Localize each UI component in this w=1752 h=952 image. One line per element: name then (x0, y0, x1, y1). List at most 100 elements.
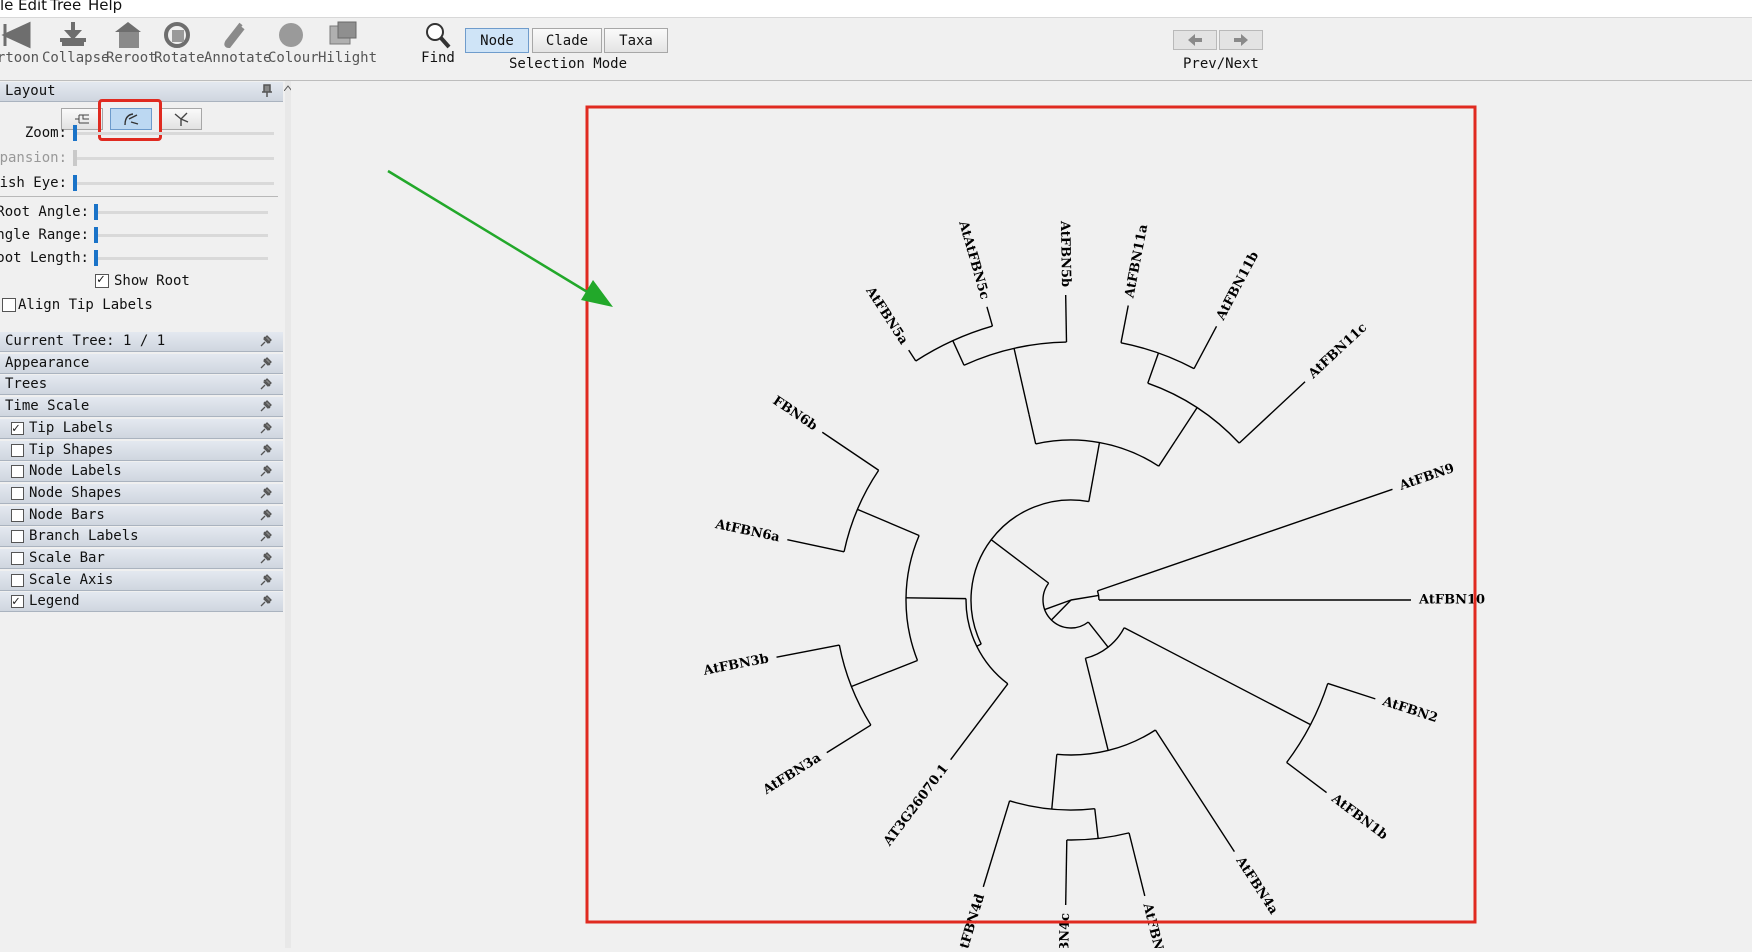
zoom-slider-thumb[interactable] (73, 125, 77, 141)
root-length-slider-thumb[interactable] (94, 250, 98, 266)
tree-canvas[interactable]: AtFBN10 AtFBN9 AtFBN11c AtFBN11b AtFBN11a AtF… (291, 81, 1752, 952)
panel-tip-labels[interactable]: Tip Labels (0, 418, 283, 439)
branch[interactable] (1174, 407, 1198, 442)
branch[interactable] (857, 508, 920, 537)
clade-mode-button[interactable]: Clade (532, 28, 602, 53)
branch[interactable] (1013, 348, 1030, 415)
branch[interactable] (821, 431, 880, 471)
branch[interactable] (1158, 440, 1176, 467)
tree-svg[interactable]: AtFBN10AtFBN9AtFBN11cAtFBN11bAtFBN11aAtF… (291, 81, 1752, 952)
panel-tip-shapes[interactable]: Tip Shapes (0, 440, 283, 461)
branch[interactable] (1123, 627, 1311, 726)
angle-range-slider-thumb[interactable] (94, 227, 98, 243)
pin-icon[interactable] (259, 551, 273, 565)
branch[interactable] (1084, 658, 1109, 751)
rectangle-layout-button[interactable] (61, 108, 103, 130)
branch[interactable] (906, 597, 967, 600)
fish-eye-slider-thumb[interactable] (73, 175, 77, 191)
menu-edit[interactable]: Edit (18, 0, 47, 13)
panel-checkbox[interactable] (11, 552, 24, 565)
branch[interactable] (1028, 414, 1037, 445)
branch[interactable] (976, 643, 982, 647)
root-length-slider[interactable] (94, 257, 268, 260)
tree-branches[interactable] (776, 295, 1411, 905)
branch[interactable] (1193, 325, 1218, 369)
show-root-checkbox[interactable] (95, 272, 109, 288)
branch[interactable] (982, 800, 1011, 888)
branch[interactable] (986, 306, 994, 327)
panel-trees[interactable]: Trees (0, 375, 283, 396)
radial-layout-button[interactable] (160, 108, 202, 130)
next-button[interactable] (1219, 30, 1263, 50)
panel-current-tree-1-1[interactable]: Current Tree: 1 / 1 (0, 332, 283, 352)
branch[interactable] (1147, 352, 1160, 384)
branch[interactable] (1064, 839, 1068, 905)
panel-legend[interactable]: Legend (0, 592, 283, 613)
node-mode-button[interactable]: Node (465, 28, 529, 53)
pin-icon[interactable] (259, 529, 273, 543)
panel-checkbox[interactable] (11, 486, 24, 500)
panel-checkbox[interactable] (11, 592, 24, 611)
branch[interactable] (1154, 729, 1235, 852)
panel-appearance[interactable]: Appearance (0, 353, 283, 374)
menu-tree[interactable]: Tree (50, 0, 81, 13)
branch[interactable] (851, 659, 918, 688)
branch[interactable] (826, 724, 872, 754)
branch[interactable] (787, 539, 845, 553)
branch[interactable] (1327, 682, 1376, 700)
panel-scale-axis[interactable]: Scale Axis (0, 570, 283, 591)
branch[interactable] (776, 644, 840, 658)
pin-icon[interactable] (259, 399, 273, 413)
find-button[interactable]: Find (418, 20, 458, 66)
branch[interactable] (1097, 488, 1393, 592)
menu-help[interactable]: Help (88, 0, 122, 13)
angle-range-slider[interactable] (94, 234, 268, 237)
branch[interactable] (950, 683, 1009, 761)
pin-icon[interactable] (259, 377, 273, 391)
branch[interactable] (1120, 305, 1129, 343)
colour-button[interactable]: Colour (268, 20, 319, 66)
annotate-button[interactable]: Annotate (204, 20, 271, 66)
branch[interactable] (1094, 808, 1099, 839)
root-angle-slider[interactable] (94, 211, 268, 214)
branch[interactable] (1088, 442, 1101, 502)
pin-icon[interactable] (259, 508, 273, 522)
menu-file[interactable]: le (0, 0, 13, 13)
branch[interactable] (908, 349, 917, 362)
panel-checkbox[interactable] (11, 465, 24, 479)
rotate-button[interactable]: Rotate (154, 20, 205, 66)
panel-scale-bar[interactable]: Scale Bar (0, 549, 283, 569)
hilight-button[interactable]: Hilight (318, 20, 377, 66)
branch[interactable] (1051, 754, 1058, 810)
pin-icon[interactable] (259, 486, 273, 500)
branch[interactable] (1128, 832, 1146, 897)
align-tip-labels-checkbox[interactable] (2, 298, 16, 312)
branch[interactable] (1070, 594, 1099, 601)
panel-checkbox[interactable] (11, 443, 24, 457)
panel-checkbox[interactable] (11, 530, 24, 544)
reroot-button[interactable]: Reroot (106, 20, 157, 66)
taxa-mode-button[interactable]: Taxa (604, 28, 668, 53)
collapse-button[interactable]: Collapse (42, 20, 109, 66)
prev-button[interactable] (1173, 30, 1217, 50)
panel-branch-labels[interactable]: Branch Labels (0, 527, 283, 548)
pin-icon[interactable] (259, 443, 273, 457)
branch[interactable] (1087, 621, 1109, 648)
pin-icon[interactable] (259, 464, 273, 478)
panel-checkbox[interactable] (11, 573, 24, 587)
root-angle-slider-thumb[interactable] (94, 204, 98, 220)
panel-checkbox[interactable] (11, 508, 24, 522)
panel-checkbox[interactable] (11, 419, 24, 438)
panel-time-scale[interactable]: Time Scale (0, 397, 283, 418)
fish-eye-slider[interactable] (74, 182, 274, 185)
branch-arc[interactable] (970, 499, 1089, 645)
branch[interactable] (990, 539, 1050, 584)
pin-icon[interactable] (259, 573, 273, 587)
pin-icon[interactable] (259, 594, 273, 608)
panel-node-bars[interactable]: Node Bars (0, 505, 283, 526)
branch[interactable] (1064, 295, 1068, 343)
pin-icon[interactable] (259, 356, 273, 370)
panel-node-shapes[interactable]: Node Shapes (0, 483, 283, 504)
cartoon-button[interactable]: rtoon (0, 20, 42, 66)
pin-icon[interactable] (259, 421, 273, 435)
